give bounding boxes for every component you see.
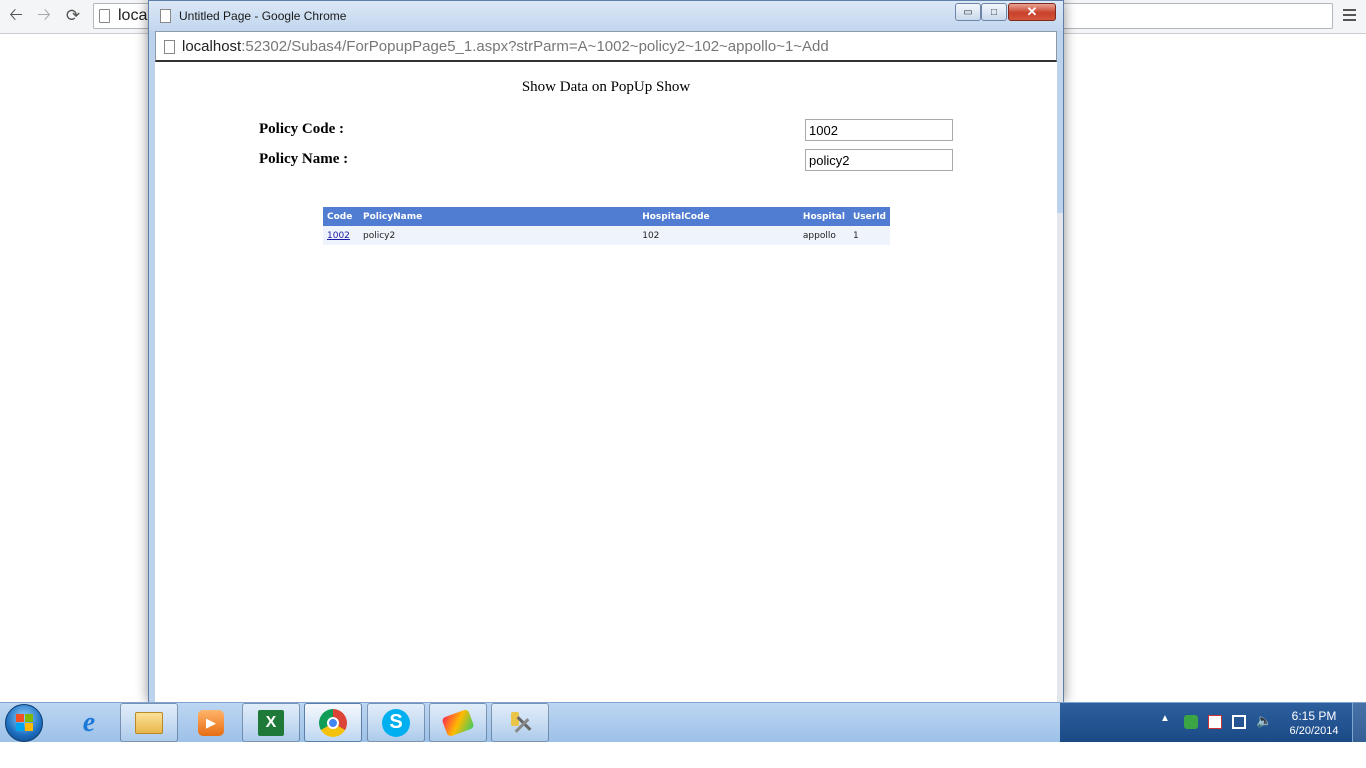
reload-icon: ⟳ — [65, 6, 81, 25]
taskbar-media-button[interactable]: ▶ — [182, 703, 240, 742]
page-icon — [99, 9, 110, 23]
tools-icon — [507, 710, 533, 736]
policy-name-label: Policy Name : — [259, 151, 349, 167]
column-header-userid: UserId — [849, 207, 890, 226]
popup-page-content: Show Data on PopUp Show Policy Code : Po… — [155, 62, 1057, 703]
taskbar-excel-button[interactable]: X — [242, 703, 300, 742]
cell-hospital: appollo — [798, 226, 849, 245]
policy-grid: Code PolicyName HospitalCode Hospital Us… — [323, 207, 890, 245]
show-desktop-button[interactable] — [1352, 703, 1366, 742]
skype-icon: S — [382, 708, 410, 737]
policy-name-input[interactable] — [805, 149, 953, 171]
media-player-icon: ▶ — [198, 709, 224, 736]
windows-logo-icon — [16, 714, 33, 731]
column-header-hospitalcode: HospitalCode — [638, 207, 799, 226]
cell-hospitalcode: 102 — [638, 226, 799, 245]
close-icon: ✕ — [1026, 4, 1038, 19]
action-center-flag-icon[interactable] — [1208, 715, 1222, 729]
folder-icon — [135, 711, 163, 734]
clock-time[interactable]: 6:15 PM — [1278, 709, 1350, 723]
taskbar-chrome-button[interactable] — [304, 703, 362, 742]
forward-arrow-icon: 🡢 — [37, 4, 51, 24]
taskbar-skype-button[interactable]: S — [367, 703, 425, 742]
close-button[interactable]: ✕ — [1008, 3, 1056, 21]
cell-userid: 1 — [849, 226, 890, 245]
maximize-icon: □ — [990, 6, 998, 18]
minimize-button[interactable]: ▭ — [955, 3, 981, 21]
taskbar-paint-button[interactable] — [429, 703, 487, 742]
back-arrow-icon: 🡠 — [9, 4, 23, 24]
column-header-code: Code — [323, 207, 359, 226]
taskbar-ie-button[interactable]: e — [60, 703, 118, 742]
show-hidden-icons-icon[interactable]: ▲ — [1160, 713, 1170, 724]
popup-url: localhost:52302/Subas4/ForPopupPage5_1.a… — [182, 38, 829, 55]
bottom-blank-strip — [0, 742, 1366, 768]
table-row: 1002 policy2 102 appollo 1 — [323, 226, 890, 245]
page-icon — [164, 40, 175, 54]
clock-date[interactable]: 6/20/2014 — [1278, 725, 1350, 737]
start-button[interactable] — [5, 704, 43, 742]
paint-icon — [441, 708, 475, 737]
excel-icon: X — [258, 709, 284, 736]
reload-button[interactable]: ⟳ — [61, 5, 85, 27]
cell-policyname: policy2 — [358, 226, 639, 245]
popup-title: Untitled Page - Google Chrome — [179, 9, 347, 23]
security-shield-icon[interactable] — [1184, 715, 1198, 729]
main-url-text: loca — [118, 7, 148, 24]
policy-code-input[interactable] — [805, 119, 953, 141]
popup-address-bar[interactable]: localhost:52302/Subas4/ForPopupPage5_1.a… — [155, 31, 1057, 62]
taskbar: e ▶ X S ▲ 🔈 6:15 PM 6/20/2014 — [0, 702, 1366, 742]
volume-icon[interactable]: 🔈 — [1256, 713, 1272, 728]
ie-icon: e — [82, 706, 96, 738]
network-icon[interactable] — [1232, 715, 1246, 729]
column-header-hospital: Hospital — [798, 207, 849, 226]
forward-button[interactable]: 🡢 — [32, 5, 56, 27]
popup-url-host: localhost — [182, 38, 242, 55]
menu-bar-icon — [1342, 9, 1356, 11]
maximize-button[interactable]: □ — [981, 3, 1007, 21]
policy-code-link[interactable]: 1002 — [327, 231, 350, 241]
cell-code: 1002 — [323, 226, 359, 245]
popup-window: Untitled Page - Google Chrome ▭ □ ✕ loca… — [148, 0, 1064, 703]
minimize-icon: ▭ — [963, 6, 973, 18]
popup-url-path: :52302/Subas4/ForPopupPage5_1.aspx?strPa… — [241, 38, 829, 55]
taskbar-explorer-button[interactable] — [120, 703, 178, 742]
page-icon — [160, 9, 171, 23]
popup-titlebar[interactable]: Untitled Page - Google Chrome ▭ □ ✕ — [149, 1, 1063, 31]
menu-bar-icon — [1342, 14, 1356, 16]
grid-header-row: Code PolicyName HospitalCode Hospital Us… — [323, 207, 890, 226]
menu-bar-icon — [1342, 19, 1356, 21]
chrome-icon — [319, 708, 347, 737]
policy-code-label: Policy Code : — [259, 121, 344, 137]
chrome-menu-button[interactable] — [1338, 4, 1360, 26]
page-heading: Show Data on PopUp Show — [521, 79, 691, 95]
back-button[interactable]: 🡠 — [4, 5, 28, 27]
popup-scrollbar[interactable] — [1057, 213, 1063, 703]
column-header-policyname: PolicyName — [358, 207, 639, 226]
taskbar-tools-button[interactable] — [491, 703, 549, 742]
